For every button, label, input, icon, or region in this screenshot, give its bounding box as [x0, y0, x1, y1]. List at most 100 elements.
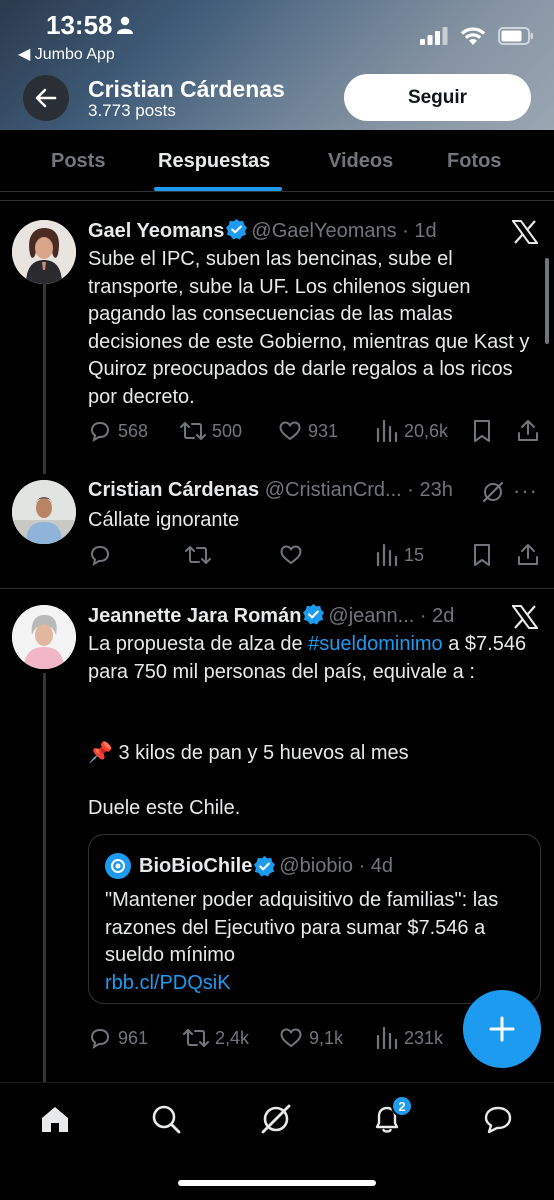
repost-icon	[180, 422, 206, 440]
avatar-jeannette-image	[12, 605, 76, 669]
repost-button[interactable]: 500	[180, 419, 242, 443]
nav-messages[interactable]	[480, 1101, 516, 1137]
x-logo-icon[interactable]	[512, 220, 538, 244]
follow-button[interactable]: Seguir	[344, 74, 531, 121]
reply-count: 961	[118, 1027, 149, 1048]
compose-button[interactable]	[463, 990, 541, 1068]
plus-icon	[489, 1016, 515, 1042]
more-options-icon[interactable]: ···	[513, 478, 538, 504]
search-icon	[152, 1105, 181, 1134]
tweet-text: Cállate ignorante	[88, 509, 240, 531]
tweet-actions: 15	[88, 543, 544, 571]
views-count: 231k	[404, 1027, 444, 1048]
tab-posts[interactable]: Posts	[51, 150, 105, 173]
hashtag-link[interactable]: #sueldominimo	[308, 633, 443, 655]
views-button[interactable]: 15	[376, 543, 424, 567]
notification-badge: 2	[391, 1095, 413, 1117]
like-button[interactable]	[279, 543, 303, 567]
views-button[interactable]: 231k	[376, 1026, 443, 1050]
active-tab-indicator	[154, 187, 282, 191]
views-button[interactable]: 20,6k	[376, 419, 448, 443]
heart-icon	[280, 545, 302, 565]
views-chart-icon	[376, 543, 398, 567]
repost-count: 2,4k	[215, 1027, 250, 1048]
divider	[0, 588, 554, 589]
like-button[interactable]: 931	[278, 419, 338, 443]
tab-respuestas[interactable]: Respuestas	[158, 150, 270, 173]
quote-text: "Mantener poder adquisitivo de familias"…	[105, 887, 525, 997]
like-button[interactable]: 9,1k	[279, 1026, 343, 1050]
author-name[interactable]: Gael Yeomans	[88, 220, 224, 242]
nav-home[interactable]	[37, 1101, 73, 1137]
tab-videos[interactable]: Videos	[328, 150, 393, 173]
tweet-actions: 568 500 931 20,6k	[88, 419, 544, 447]
quote-link[interactable]: rbb.cl/PDQsiK	[105, 972, 231, 994]
share-icon[interactable]	[516, 419, 540, 443]
avatar[interactable]	[12, 220, 76, 284]
repost-button[interactable]	[185, 543, 211, 567]
back-to-app-link[interactable]: ◀ Jumbo App	[18, 44, 115, 64]
avatar[interactable]	[12, 605, 76, 669]
reply-icon	[90, 1028, 110, 1050]
repost-icon	[185, 546, 211, 564]
divider	[0, 200, 554, 201]
nav-grok[interactable]	[258, 1101, 294, 1137]
quoted-tweet-card[interactable]: BioBioChile @biobio · 4d "Mantener poder …	[88, 834, 541, 1004]
reply-button[interactable]: 568	[88, 419, 148, 443]
reply-icon	[90, 545, 110, 567]
tweet-text: Sube el IPC, suben las bencinas, sube el…	[88, 248, 530, 408]
quote-body: "Mantener poder adquisitivo de familias"…	[105, 889, 499, 966]
author-handle[interactable]: @CristianCrd... · 23h	[265, 479, 453, 501]
repost-icon	[183, 1029, 209, 1047]
repost-button[interactable]: 2,4k	[183, 1026, 249, 1050]
arrow-left-icon	[35, 88, 57, 108]
heart-icon	[279, 421, 301, 441]
tweet-header: Gael Yeomans @GaelYeomans · 1d	[88, 219, 437, 243]
author-name[interactable]: Jeannette Jara Román	[88, 605, 301, 627]
reply-button[interactable]	[88, 543, 112, 567]
signal-icon	[420, 27, 448, 45]
battery-icon	[498, 27, 533, 45]
back-button[interactable]	[23, 75, 69, 121]
avatar-gael-image	[12, 220, 76, 284]
quote-header: BioBioChile @biobio · 4d	[105, 853, 393, 879]
profile-tabs: Posts Respuestas Videos Fotos	[0, 130, 554, 192]
status-icons	[420, 26, 534, 46]
quote-author-name[interactable]: BioBioChile	[139, 855, 252, 878]
reply-button[interactable]: 961	[88, 1026, 148, 1050]
chat-bubble-icon	[484, 1106, 512, 1134]
avatar-cristian-image	[12, 480, 76, 544]
bookmark-icon[interactable]	[472, 419, 492, 443]
tab-fotos[interactable]: Fotos	[447, 150, 501, 173]
share-icon[interactable]	[516, 543, 540, 567]
author-name[interactable]: Cristian Cárdenas	[88, 479, 259, 501]
like-count: 9,1k	[309, 1027, 344, 1048]
like-count: 931	[308, 420, 339, 441]
avatar[interactable]	[12, 480, 76, 544]
tweet-text: La propuesta de alza de #sueldominimo a …	[88, 631, 546, 686]
tweet-header: Jeannette Jara Román @jeann... · 2d	[88, 604, 454, 628]
views-chart-icon	[376, 419, 398, 443]
verified-badge-icon	[226, 219, 248, 240]
bookmark-icon[interactable]	[472, 543, 492, 567]
home-icon	[42, 1107, 68, 1132]
verified-badge-icon	[254, 855, 276, 877]
verified-badge-icon	[303, 604, 325, 625]
home-indicator	[178, 1180, 376, 1186]
reply-icon	[90, 421, 110, 443]
author-handle[interactable]: @GaelYeomans · 1d	[251, 220, 436, 242]
repost-count: 500	[212, 420, 243, 441]
profile-header: 13:58 ◀ Jumbo App Cristian Cárdenas 3.77…	[0, 0, 554, 130]
nav-search[interactable]	[148, 1101, 184, 1137]
author-handle[interactable]: @jeann... · 2d	[328, 605, 454, 627]
grok-icon[interactable]	[481, 480, 505, 504]
views-count: 15	[404, 544, 425, 565]
x-logo-icon[interactable]	[512, 605, 538, 629]
quote-author-handle[interactable]: @biobio · 4d	[279, 855, 393, 878]
biobio-logo-icon	[105, 853, 131, 879]
person-icon	[117, 16, 133, 34]
nav-notifications[interactable]: 2	[369, 1095, 413, 1137]
thread-line	[43, 673, 46, 1082]
tweet-text-line: Duele este Chile.	[88, 797, 241, 819]
tweet-text-part: La propuesta de alza de	[88, 633, 309, 655]
